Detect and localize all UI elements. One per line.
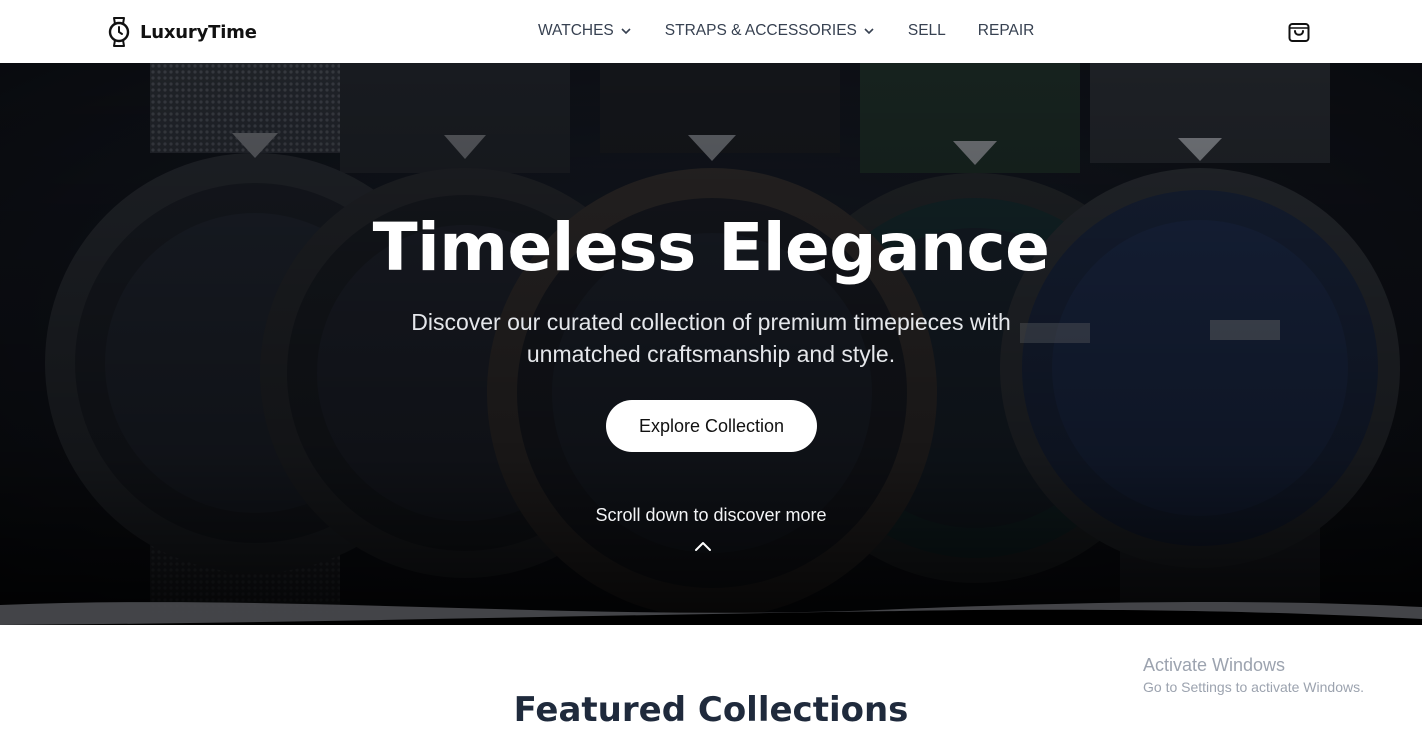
- nav-item-label: STRAPS & ACCESSORIES: [664, 22, 857, 39]
- featured-collections-title: Featured Collections: [513, 690, 909, 730]
- nav-item-label: REPAIR: [977, 22, 1035, 39]
- explore-collection-button[interactable]: Explore Collection: [606, 400, 817, 452]
- scroll-hint: Scroll down to discover more: [595, 505, 827, 525]
- chevron-down-icon: [621, 27, 631, 35]
- brand-logo[interactable]: LuxuryTime: [107, 14, 257, 50]
- top-navbar: LuxuryTime WATCHES STRAPS & ACCESSORIES …: [0, 0, 1422, 63]
- main-nav: WATCHES STRAPS & ACCESSORIES SELL REPAIR: [538, 18, 1034, 44]
- nav-item-label: SELL: [907, 22, 946, 39]
- shopping-bag-icon: [1288, 23, 1310, 42]
- hero-banner: Timeless Elegance Discover our curated c…: [0, 63, 1422, 625]
- nav-item-sell[interactable]: SELL: [908, 22, 946, 40]
- nav-item-label: WATCHES: [538, 22, 614, 39]
- activate-windows-title: Activate Windows: [1143, 655, 1286, 675]
- hero-wave-divider: [0, 602, 1422, 625]
- activate-windows-watermark: Activate Windows Go to Settings to activ…: [1143, 655, 1364, 695]
- nav-item-straps-accessories[interactable]: STRAPS & ACCESSORIES: [665, 22, 874, 40]
- hero-title: Timeless Elegance: [372, 209, 1050, 286]
- nav-item-repair[interactable]: REPAIR: [978, 22, 1035, 40]
- chevron-up-icon[interactable]: [694, 539, 712, 553]
- brand-name: LuxuryTime: [140, 21, 257, 43]
- watch-icon: [108, 17, 130, 47]
- activate-windows-subtitle: Go to Settings to activate Windows.: [1143, 679, 1364, 695]
- chevron-down-icon: [864, 27, 874, 35]
- nav-item-watches[interactable]: WATCHES: [538, 22, 631, 40]
- cart-button[interactable]: [1286, 19, 1312, 45]
- hero-subtitle: Discover our curated collection of premi…: [411, 309, 1011, 367]
